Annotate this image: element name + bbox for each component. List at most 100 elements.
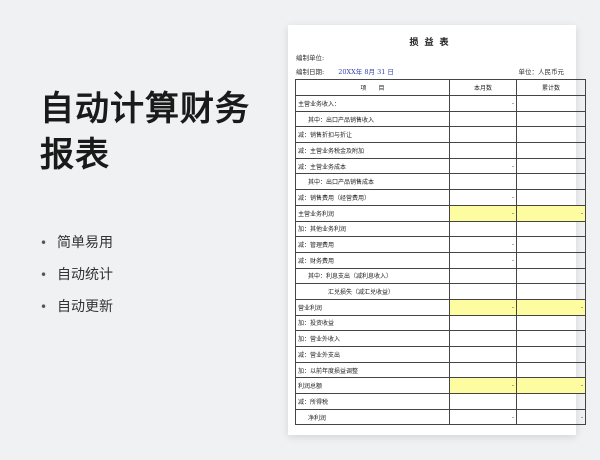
page-title: 自动计算财务报表	[40, 89, 250, 175]
row-total-value	[516, 361, 586, 379]
row-label: 减：销售折扣与折让	[295, 126, 450, 144]
row-label: 主营业务利润	[295, 204, 450, 222]
row-label: 减：主营业务成本	[295, 157, 450, 175]
unit-label: 编制单位:	[296, 54, 325, 62]
row-month-value	[449, 267, 517, 285]
row-label: 减：销售费用（经营费用）	[295, 189, 450, 206]
row-total-value: -	[516, 204, 586, 222]
row-label: 减：财务费用	[295, 251, 450, 269]
table-row: 净利润 - -	[295, 408, 586, 426]
feature-item: 自动统计	[40, 264, 113, 296]
row-month-value: -	[449, 204, 517, 222]
table-row: 加：以前年度损益调整	[295, 361, 586, 379]
row-total-value	[516, 393, 586, 410]
table-row: 减：销售费用（经营费用） -	[295, 189, 586, 206]
row-label: 减：所得税	[295, 393, 450, 410]
table-row: 减：主营业务税金及附加	[295, 142, 586, 159]
row-total-value	[516, 220, 586, 238]
row-month-value	[449, 346, 517, 363]
table-row: 减：财务费用 -	[295, 251, 586, 269]
feature-list: 简单易用 自动统计 自动更新	[40, 232, 113, 328]
row-total-value	[516, 330, 586, 347]
table-row: 减：营业外支出	[295, 346, 586, 363]
row-total-value	[516, 236, 586, 253]
row-total-value: -	[516, 377, 586, 395]
table-row: 加：投资收益	[295, 314, 586, 332]
income-statement-sheet: 损益表 编制单位: 编制日期: 20XX年 8月 31 日 单位：人民币元 项 …	[288, 25, 586, 435]
row-total-value	[516, 314, 586, 332]
income-statement-table: 项 目 本月数 累计数 主营业务收入： - 其中：出口产品销售收入 减：销售折扣与折让…	[295, 79, 586, 426]
table-row: 其中：出口产品销售成本	[295, 173, 586, 191]
row-label: 利润总额	[295, 377, 450, 395]
feature-item: 自动更新	[40, 296, 113, 328]
row-month-value: -	[449, 251, 517, 269]
row-total-value	[516, 346, 586, 363]
row-month-value	[449, 126, 517, 144]
row-month-value	[449, 283, 517, 300]
date-row: 编制日期: 20XX年 8月 31 日	[296, 66, 394, 76]
table-row: 加：营业外收入	[295, 330, 586, 347]
row-label: 净利润	[295, 408, 450, 426]
row-total-value: -	[516, 408, 586, 426]
row-label: 减：营业外支出	[295, 346, 450, 363]
row-label: 加：以前年度损益调整	[295, 361, 450, 379]
row-label: 其中：利息支出（减利息收入）	[295, 267, 450, 285]
row-month-value	[449, 110, 517, 128]
row-total-value	[516, 251, 586, 269]
table-row: 减：管理费用 -	[295, 236, 586, 253]
row-label: 主营业务收入：	[295, 95, 450, 112]
row-label: 营业利润	[295, 298, 450, 316]
row-total-value	[516, 95, 586, 112]
row-label: 其中：出口产品销售成本	[295, 173, 450, 191]
row-label: 加：其他业务利润	[295, 220, 450, 238]
table-row: 其中：利息支出（减利息收入）	[295, 267, 586, 285]
row-month-value: -	[449, 95, 517, 112]
table-header-row: 项 目 本月数 累计数	[295, 79, 586, 96]
column-header-total: 累计数	[516, 79, 586, 96]
row-total-value	[516, 189, 586, 206]
row-month-value	[449, 142, 517, 159]
date-label: 编制日期:	[296, 68, 325, 76]
table-row: 减：所得税	[295, 393, 586, 410]
row-total-value	[516, 283, 586, 300]
row-month-value: -	[449, 236, 517, 253]
row-total-value	[516, 142, 586, 159]
feature-item: 简单易用	[40, 232, 113, 264]
row-label: 加：营业外收入	[295, 330, 450, 347]
row-total-value	[516, 126, 586, 144]
row-month-value	[449, 330, 517, 347]
row-month-value: -	[449, 298, 517, 316]
table-row: 其中：出口产品销售收入	[295, 110, 586, 128]
table-row: 主营业务收入： -	[295, 95, 586, 112]
column-header-item: 项 目	[295, 79, 450, 96]
date-value: 20XX年 8月 31 日	[338, 68, 394, 76]
row-month-value	[449, 220, 517, 238]
table-row: 主营业务利润 - -	[295, 204, 586, 222]
row-month-value	[449, 314, 517, 332]
row-label: 汇兑损失（减汇兑收益）	[295, 283, 450, 300]
row-month-value: -	[449, 408, 517, 426]
table-row: 汇兑损失（减汇兑收益）	[295, 283, 586, 300]
row-label: 加：投资收益	[295, 314, 450, 332]
table-row: 减：主营业务成本 -	[295, 157, 586, 175]
row-total-value	[516, 157, 586, 175]
row-month-value	[449, 393, 517, 410]
column-header-month: 本月数	[449, 79, 517, 96]
row-month-value	[449, 173, 517, 191]
table-row: 减：销售折扣与折让	[295, 126, 586, 144]
row-label: 其中：出口产品销售收入	[295, 110, 450, 128]
table-row: 营业利润 - -	[295, 298, 586, 316]
row-total-value	[516, 267, 586, 285]
row-total-value	[516, 110, 586, 128]
row-total-value	[516, 173, 586, 191]
sheet-title: 损益表	[409, 38, 455, 48]
row-month-value	[449, 361, 517, 379]
row-month-value: -	[449, 157, 517, 175]
table-row: 利润总额 - -	[295, 377, 586, 395]
row-total-value: -	[516, 298, 586, 316]
table-row: 加：其他业务利润	[295, 220, 586, 238]
row-label: 减：主营业务税金及附加	[295, 142, 450, 159]
currency-label: 单位：人民币元	[518, 68, 565, 76]
row-month-value: -	[449, 189, 517, 206]
row-month-value: -	[449, 377, 517, 395]
